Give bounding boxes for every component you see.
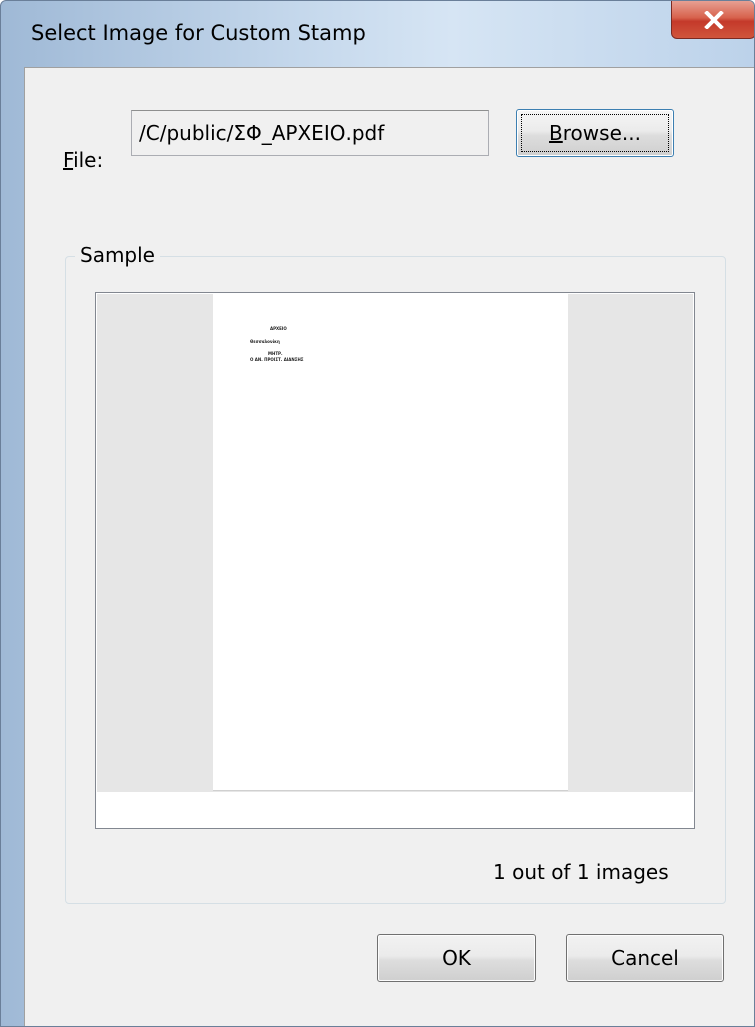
cancel-button[interactable]: Cancel <box>566 934 724 982</box>
preview-page: ΑΡΧΕΙΟ Θεσσαλονίκη ΜΗΤΡ. Ο ΑΝ. ΠΡΟΙΣΤ. Δ… <box>213 294 568 790</box>
browse-button[interactable]: Browse... <box>516 109 674 157</box>
dialog-client-area: File: /C/public/ΣΦ_ΑΡΧΕΙΟ.pdf Browse... … <box>24 67 754 1026</box>
dialog-window: Select Image for Custom Stamp File: /C/p… <box>0 0 755 1027</box>
preview-line: Θεσσαλονίκη <box>250 339 280 344</box>
title-bar[interactable]: Select Image for Custom Stamp <box>1 1 754 67</box>
preview-line: Ο ΑΝ. ΠΡΟΙΣΤ. ΔΙΑΝΣΗΣ <box>250 357 304 362</box>
close-button[interactable] <box>671 1 754 39</box>
sample-legend: Sample <box>75 243 160 267</box>
file-label: File: <box>63 148 104 172</box>
sample-preview: ΑΡΧΕΙΟ Θεσσαλονίκη ΜΗΤΡ. Ο ΑΝ. ΠΡΟΙΣΤ. Δ… <box>95 292 695 829</box>
preview-line: ΜΗΤΡ. <box>268 351 283 356</box>
file-path-field[interactable]: /C/public/ΣΦ_ΑΡΧΕΙΟ.pdf <box>131 110 489 156</box>
focus-rectangle <box>521 114 669 152</box>
window-title: Select Image for Custom Stamp <box>31 21 366 45</box>
image-count-text: 1 out of 1 images <box>493 860 669 884</box>
close-icon <box>703 10 724 29</box>
preview-line: ΑΡΧΕΙΟ <box>270 326 287 331</box>
ok-button[interactable]: OK <box>377 934 536 982</box>
